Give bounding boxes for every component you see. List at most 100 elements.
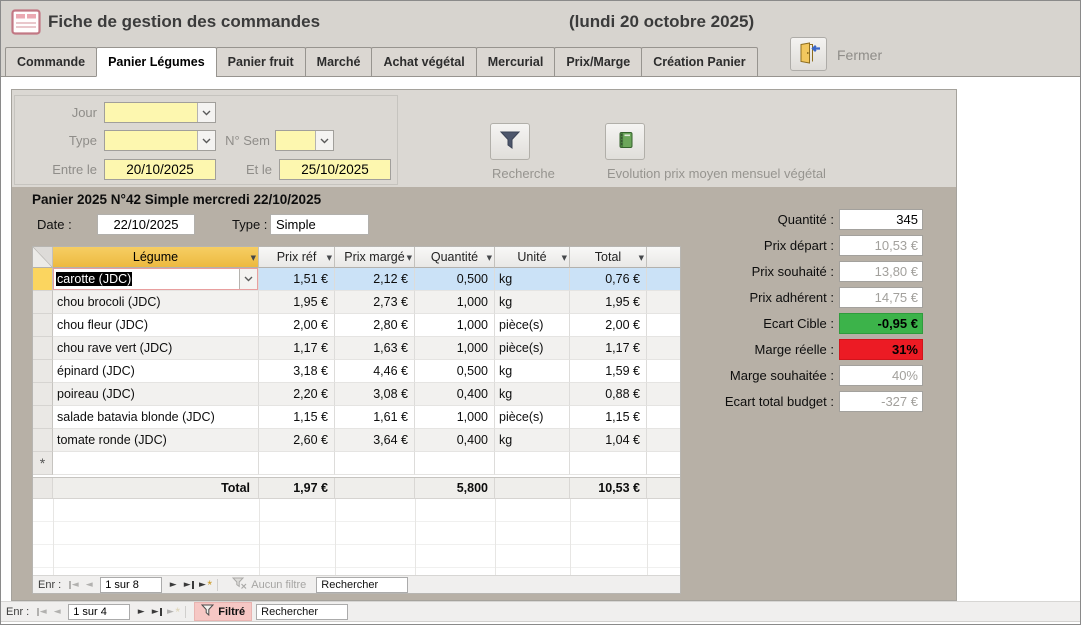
row-selector[interactable] xyxy=(33,268,53,291)
marge-reelle-value[interactable]: 31% xyxy=(839,339,923,360)
select-all-cell[interactable] xyxy=(33,247,53,268)
cell-total[interactable]: 1,95 € xyxy=(570,291,647,314)
unite-column-header[interactable]: Unité▼ xyxy=(495,247,570,268)
filter-arrow-icon[interactable]: ▼ xyxy=(562,254,567,262)
cell-legume[interactable]: épinard (JDC) xyxy=(53,360,259,383)
cell-total[interactable]: 0,88 € xyxy=(570,383,647,406)
semaine-combobox[interactable] xyxy=(275,130,334,151)
cell-prix-ref[interactable]: 1,15 € xyxy=(259,406,335,429)
panier-type-field[interactable]: Simple xyxy=(270,214,369,235)
cell-unite[interactable]: pièce(s) xyxy=(495,337,570,360)
cell-legume[interactable]: chou fleur (JDC) xyxy=(53,314,259,337)
cell-total[interactable]: 1,04 € xyxy=(570,429,647,452)
cell-prix-marge[interactable]: 3,64 € xyxy=(335,429,415,452)
tab-panier-fruit[interactable]: Panier fruit xyxy=(216,47,306,77)
cell-prix-ref[interactable]: 3,18 € xyxy=(259,360,335,383)
cell-prix-marge[interactable]: 3,08 € xyxy=(335,383,415,406)
tab-mercurial[interactable]: Mercurial xyxy=(476,47,556,77)
cell-prix-marge[interactable]: 2,12 € xyxy=(335,268,415,291)
cell-quantite[interactable]: 0,500 xyxy=(415,360,495,383)
cell-quantite[interactable]: 1,000 xyxy=(415,406,495,429)
cell-quantite[interactable]: 1,000 xyxy=(415,337,495,360)
cell-legume[interactable]: chou rave vert (JDC) xyxy=(53,337,259,360)
cell-legume[interactable]: salade batavia blonde (JDC) xyxy=(53,406,259,429)
prix-adherent-value[interactable]: 14,75 € xyxy=(839,287,923,308)
last-record-button[interactable]: ► xyxy=(181,580,197,590)
filter-state-indicator[interactable]: Filtré xyxy=(194,602,252,621)
filter-arrow-icon[interactable]: ▼ xyxy=(639,254,644,262)
table-row[interactable]: poireau (JDC) 2,20 € 3,08 € 0,400 kg 0,8… xyxy=(33,383,680,406)
previous-record-button[interactable]: ◄ xyxy=(49,607,65,617)
table-row[interactable]: chou rave vert (JDC) 1,17 € 1,63 € 1,000… xyxy=(33,337,680,360)
table-row[interactable]: carotte (JDC) 1,51 € 2,12 € 0,500 kg 0,7… xyxy=(33,268,680,291)
quantite-column-header[interactable]: Quantité▼ xyxy=(415,247,495,268)
next-record-button[interactable]: ► xyxy=(165,580,181,590)
new-record-row[interactable]: * xyxy=(33,452,680,475)
legume-column-header[interactable]: Légume▼ xyxy=(53,247,259,268)
cell-quantite[interactable]: 0,500 xyxy=(415,268,495,291)
cell-prix-ref[interactable]: 2,20 € xyxy=(259,383,335,406)
table-row[interactable]: salade batavia blonde (JDC) 1,15 € 1,61 … xyxy=(33,406,680,429)
row-selector[interactable] xyxy=(33,383,53,406)
tab-prix-marge[interactable]: Prix/Marge xyxy=(554,47,642,77)
cell-legume[interactable]: tomate ronde (JDC) xyxy=(53,429,259,452)
cell-legume[interactable]: carotte (JDC) xyxy=(53,268,259,291)
cell-prix-ref[interactable]: 1,95 € xyxy=(259,291,335,314)
date-fin-field[interactable]: 25/10/2025 xyxy=(279,159,391,180)
jour-combobox[interactable] xyxy=(104,102,216,123)
marge-souhaitee-value[interactable]: 40% xyxy=(839,365,923,386)
row-selector[interactable] xyxy=(33,337,53,360)
new-record-button[interactable]: ►* xyxy=(165,607,181,617)
filter-arrow-icon[interactable]: ▼ xyxy=(327,254,332,262)
cell-unite[interactable]: pièce(s) xyxy=(495,314,570,337)
ecart-cible-value[interactable]: -0,95 € xyxy=(839,313,923,334)
filter-arrow-icon[interactable]: ▼ xyxy=(251,254,256,262)
filter-arrow-icon[interactable]: ▼ xyxy=(407,254,412,262)
previous-record-button[interactable]: ◄ xyxy=(81,580,97,590)
close-button[interactable] xyxy=(790,37,827,71)
row-selector[interactable] xyxy=(33,360,53,383)
filter-arrow-icon[interactable]: ▼ xyxy=(487,254,492,262)
prix-depart-value[interactable]: 10,53 € xyxy=(839,235,923,256)
combo-dropdown-button[interactable] xyxy=(239,269,257,289)
cell-prix-ref[interactable]: 2,00 € xyxy=(259,314,335,337)
chevron-down-icon[interactable] xyxy=(315,131,333,150)
table-row[interactable]: chou brocoli (JDC) 1,95 € 2,73 € 1,000 k… xyxy=(33,291,680,314)
tab-commande[interactable]: Commande xyxy=(5,47,97,77)
cell-prix-marge[interactable]: 2,80 € xyxy=(335,314,415,337)
table-row[interactable]: tomate ronde (JDC) 2,60 € 3,64 € 0,400 k… xyxy=(33,429,680,452)
row-selector[interactable] xyxy=(33,291,53,314)
cell-quantite[interactable]: 1,000 xyxy=(415,291,495,314)
cell-prix-ref[interactable]: 1,51 € xyxy=(259,268,335,291)
cell-total[interactable]: 2,00 € xyxy=(570,314,647,337)
prix-ref-column-header[interactable]: Prix réf▼ xyxy=(259,247,335,268)
next-record-button[interactable]: ► xyxy=(133,607,149,617)
new-record-button[interactable]: ►* xyxy=(197,580,213,590)
evolution-button[interactable] xyxy=(605,123,645,160)
quantite-value[interactable]: 345 xyxy=(839,209,923,230)
new-record-selector[interactable]: * xyxy=(33,452,53,475)
table-row[interactable]: épinard (JDC) 3,18 € 4,46 € 0,500 kg 1,5… xyxy=(33,360,680,383)
prix-souhaite-value[interactable]: 13,80 € xyxy=(839,261,923,282)
cell-unite[interactable]: kg xyxy=(495,291,570,314)
total-column-header[interactable]: Total▼ xyxy=(570,247,647,268)
row-selector[interactable] xyxy=(33,429,53,452)
tab-panier-legumes[interactable]: Panier Légumes xyxy=(96,47,217,77)
panier-date-field[interactable]: 22/10/2025 xyxy=(97,214,195,235)
record-search-box[interactable]: Rechercher xyxy=(316,577,408,593)
tab-marche[interactable]: Marché xyxy=(305,47,373,77)
cell-quantite[interactable]: 0,400 xyxy=(415,429,495,452)
cell-unite[interactable]: kg xyxy=(495,429,570,452)
first-record-button[interactable]: ◄ xyxy=(33,607,49,617)
cell-prix-ref[interactable]: 2,60 € xyxy=(259,429,335,452)
cell-prix-marge[interactable]: 2,73 € xyxy=(335,291,415,314)
chevron-down-icon[interactable] xyxy=(197,103,215,122)
cell-unite[interactable]: kg xyxy=(495,268,570,291)
table-row[interactable]: chou fleur (JDC) 2,00 € 2,80 € 1,000 piè… xyxy=(33,314,680,337)
type-combobox[interactable] xyxy=(104,130,216,151)
ecart-total-budget-value[interactable]: -327 € xyxy=(839,391,923,412)
cell-unite[interactable]: kg xyxy=(495,383,570,406)
cell-prix-marge[interactable]: 1,63 € xyxy=(335,337,415,360)
row-selector[interactable] xyxy=(33,406,53,429)
cell-total[interactable]: 1,17 € xyxy=(570,337,647,360)
